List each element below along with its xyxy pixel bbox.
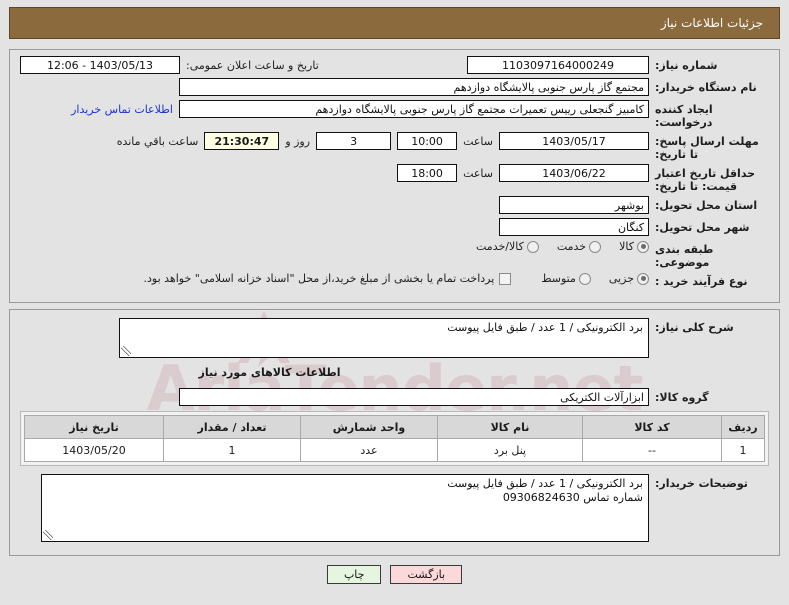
price-validity-label: حداقل تاریخ اعتبار قیمت: تا تاریخ: — [655, 167, 756, 193]
back-button[interactable]: بازگشت — [390, 565, 463, 584]
radio-icon-selected[interactable] — [637, 272, 649, 285]
radio-classification-goods-label: کالا — [619, 240, 634, 253]
need-summary-label: شرح کلی نیاز: — [655, 321, 734, 334]
price-validity-hour-label: ساعت — [463, 167, 493, 180]
cell-row-number: 1 — [721, 438, 765, 462]
need-number-label: شماره نیاز: — [655, 59, 718, 72]
checkbox-icon[interactable] — [499, 272, 512, 285]
remaining-countdown-suffix: ساعت باقي مانده — [116, 135, 199, 148]
cell-unit: عدد — [300, 438, 438, 462]
subject-classification-label: طبقه بندی موضوعی: — [655, 243, 714, 269]
buyer-notes-textarea[interactable]: برد الکترونیکی / 1 عدد / طبق فایل پیوست … — [41, 474, 649, 542]
radio-icon-selected[interactable] — [637, 240, 649, 253]
treasury-bonds-checkbox-label: پرداخت تمام یا بخشی از مبلغ خرید،از محل … — [143, 272, 495, 285]
th-row-number: ردیف — [721, 415, 765, 439]
radio-classification-service[interactable]: خدمت — [556, 240, 602, 253]
buyer-notes-label: توضیحات خریدار: — [655, 477, 748, 490]
row-delivery-city: شهر محل تحویل: کنگان — [20, 218, 769, 237]
row-response-deadline: مهلت ارسال پاسخ: تا تاریخ: 1403/05/17 سا… — [20, 132, 769, 161]
radio-icon[interactable] — [578, 272, 591, 285]
public-announce-label: تاریخ و ساعت اعلان عمومی: — [186, 59, 319, 72]
goods-info-panel: شرح کلی نیاز: برد الکترونیکی / 1 عدد / ط… — [9, 309, 780, 556]
need-details-panel: شماره نیاز: 1103097164000249 تاریخ و ساع… — [9, 49, 780, 303]
th-item-code: کد کالا — [582, 415, 722, 439]
row-goods-group: گروه کالا: ابزارآلات الکتریکی — [20, 388, 769, 407]
remaining-countdown: 21:30:47 — [204, 132, 280, 150]
response-deadline-hour-label: ساعت — [463, 135, 493, 148]
row-delivery-province: استان محل تحویل: بوشهر — [20, 196, 769, 215]
radio-classification-goods-service[interactable]: کالا/خدمت — [476, 240, 539, 253]
treasury-bonds-checkbox-row[interactable]: پرداخت تمام یا بخشی از مبلغ خرید،از محل … — [144, 272, 512, 285]
remaining-days: 3 — [316, 132, 392, 150]
need-summary-textarea[interactable]: برد الکترونیکی / 1 عدد / طبق فایل پیوست — [119, 318, 649, 358]
radio-process-minor[interactable]: جزیی — [609, 272, 649, 285]
cell-item-name: پنل برد — [437, 438, 583, 462]
row-need-number: شماره نیاز: 1103097164000249 تاریخ و ساع… — [20, 56, 769, 75]
page-title: جزئیات اطلاعات نیاز — [660, 16, 763, 30]
row-buyer-notes: توضیحات خریدار: برد الکترونیکی / 1 عدد /… — [20, 474, 769, 542]
buyer-contact-link[interactable]: اطلاعات تماس خریدار — [71, 102, 173, 116]
row-need-summary: شرح کلی نیاز: برد الکترونیکی / 1 عدد / ط… — [20, 318, 769, 358]
response-deadline-hour: 10:00 — [397, 132, 458, 150]
delivery-province-value: بوشهر — [499, 196, 649, 214]
goods-group-value: ابزارآلات الکتریکی — [179, 388, 649, 406]
page-header: جزئیات اطلاعات نیاز — [9, 7, 780, 39]
response-deadline-date: 1403/05/17 — [499, 132, 649, 150]
need-number-value: 1103097164000249 — [467, 56, 649, 74]
row-purchase-process: نوع فرآیند خرید : جزیی متوسط پرداخت تمام… — [20, 272, 769, 291]
buyer-org-label: نام دستگاه خریدار: — [655, 81, 757, 94]
response-deadline-label: مهلت ارسال پاسخ: تا تاریخ: — [655, 135, 759, 161]
delivery-city-label: شهر محل تحویل: — [655, 221, 750, 234]
requester-value: کامبیز گنجعلی رییس تعمیرات مجتمع گاز پار… — [179, 100, 649, 118]
public-announce-value: 1403/05/13 - 12:06 — [20, 56, 180, 74]
buyer-org-value: مجتمع گاز پارس جنوبی پالایشگاه دوازدهم — [179, 78, 649, 96]
goods-section-title: اطلاعات کالاهای مورد نیاز — [198, 366, 341, 379]
radio-classification-goods[interactable]: کالا — [619, 240, 649, 253]
delivery-province-label: استان محل تحویل: — [655, 199, 758, 212]
items-table: ردیف کد کالا نام کالا واحد شمارش تعداد /… — [24, 415, 765, 462]
radio-icon[interactable] — [589, 240, 602, 253]
radio-icon[interactable] — [526, 240, 539, 253]
cell-quantity: 1 — [163, 438, 301, 462]
print-button[interactable]: چاپ — [326, 565, 382, 584]
cell-need-date: 1403/05/20 — [24, 438, 164, 462]
subject-classification-group: کالا خدمت کالا/خدمت — [462, 240, 649, 253]
price-validity-hour: 18:00 — [397, 164, 458, 182]
remaining-days-suffix: روز و — [285, 135, 311, 148]
footer-actions: بازگشت چاپ — [0, 565, 789, 584]
delivery-city-value: کنگان — [499, 218, 649, 236]
purchase-process-group: جزیی متوسط — [527, 272, 649, 285]
th-unit: واحد شمارش — [300, 415, 438, 439]
radio-classification-service-label: خدمت — [556, 240, 587, 253]
table-header-row: ردیف کد کالا نام کالا واحد شمارش تعداد /… — [24, 415, 765, 439]
row-requester: ایجاد کننده درخواست: کامبیز گنجعلی رییس … — [20, 100, 769, 129]
th-need-date: تاریخ نیاز — [24, 415, 164, 439]
th-quantity: تعداد / مقدار — [163, 415, 301, 439]
radio-process-minor-label: جزیی — [608, 272, 634, 285]
table-row: 1 -- پنل برد عدد 1 1403/05/20 — [24, 438, 765, 462]
radio-process-medium-label: متوسط — [541, 272, 576, 285]
radio-process-medium[interactable]: متوسط — [541, 272, 591, 285]
row-price-validity: حداقل تاریخ اعتبار قیمت: تا تاریخ: 1403/… — [20, 164, 769, 193]
items-table-wrapper: ردیف کد کالا نام کالا واحد شمارش تعداد /… — [20, 411, 769, 466]
radio-classification-goods-service-label: کالا/خدمت — [476, 240, 524, 253]
purchase-process-label: نوع فرآیند خرید : — [655, 275, 748, 288]
goods-group-label: گروه کالا: — [655, 391, 709, 404]
row-buyer-org: نام دستگاه خریدار: مجتمع گاز پارس جنوبی … — [20, 78, 769, 97]
cell-item-code: -- — [582, 438, 722, 462]
th-item-name: نام کالا — [437, 415, 583, 439]
row-subject-classification: طبقه بندی موضوعی: کالا خدمت کالا/خدمت — [20, 240, 769, 269]
requester-label: ایجاد کننده درخواست: — [655, 103, 713, 129]
price-validity-date: 1403/06/22 — [499, 164, 649, 182]
